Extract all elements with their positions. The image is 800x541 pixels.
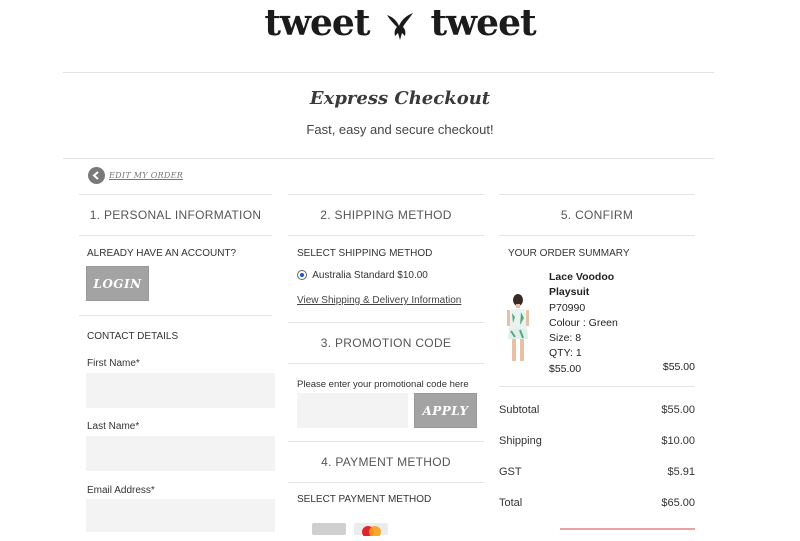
gst-label: GST xyxy=(499,466,522,478)
item-colour: Colour : Green xyxy=(549,316,618,329)
item-name-line2: Playsuit xyxy=(549,286,590,299)
contact-details-heading: CONTACT DETAILS xyxy=(87,331,179,342)
promotion-section: 3. PROMOTION CODE xyxy=(288,322,484,364)
back-arrow-icon xyxy=(88,167,105,184)
title-divider xyxy=(63,158,714,159)
last-name-field[interactable] xyxy=(86,436,275,471)
confirm-column: 5. CONFIRM xyxy=(499,194,695,236)
promotion-prompt: Please enter your promotional code here xyxy=(297,379,469,390)
first-name-label: First Name* xyxy=(87,358,140,369)
item-qty: QTY: 1 xyxy=(549,347,582,360)
brand-word-left: tweet xyxy=(264,2,370,44)
bird-icon xyxy=(387,13,413,40)
shipping-heading: 2. SHIPPING METHOD xyxy=(288,194,484,236)
order-item-details: Lace Voodoo Playsuit P70990 Colour : Gre… xyxy=(549,270,618,377)
edit-order-link[interactable]: EDIT MY ORDER xyxy=(88,167,183,184)
summary-divider xyxy=(499,386,695,387)
brand-logo[interactable]: tweet tweet xyxy=(0,2,800,44)
page-subtitle: Fast, easy and secure checkout! xyxy=(306,122,494,137)
last-name-label: Last Name* xyxy=(87,421,140,432)
header-divider xyxy=(63,72,714,73)
item-line-total: $55.00 xyxy=(662,361,695,373)
personal-info-heading: 1. PERSONAL INFORMATION xyxy=(79,194,272,236)
brand-word-right: tweet xyxy=(430,2,537,44)
first-name-field[interactable] xyxy=(86,373,275,408)
promo-code-field[interactable] xyxy=(297,393,408,428)
generic-card-icon[interactable] xyxy=(312,523,346,535)
email-label: Email Address* xyxy=(87,485,155,496)
shipping-option[interactable]: Australia Standard $10.00 xyxy=(297,270,428,281)
total-label: Total xyxy=(499,497,523,509)
page-title: Express Checkout xyxy=(309,88,491,109)
item-name-line1: Lace Voodoo xyxy=(549,271,615,283)
shipping-option-label: Australia Standard $10.00 xyxy=(312,270,428,281)
personal-info-column: 1. PERSONAL INFORMATION xyxy=(79,194,272,236)
summary-row-subtotal: Subtotal $55.00 xyxy=(499,404,695,416)
subtotal-value: $55.00 xyxy=(661,404,695,416)
item-sku: P70990 xyxy=(549,301,586,314)
subtotal-label: Subtotal xyxy=(499,404,540,416)
personal-divider xyxy=(79,315,272,316)
summary-row-shipping: Shipping $10.00 xyxy=(499,435,695,447)
account-prompt: ALREADY HAVE AN ACCOUNT? xyxy=(87,248,237,259)
email-field[interactable] xyxy=(86,499,275,532)
product-thumbnail[interactable] xyxy=(503,293,533,365)
select-shipping-label: SELECT SHIPPING METHOD xyxy=(297,248,433,259)
apply-button[interactable]: APPLY xyxy=(414,393,477,428)
payment-section: 4. PAYMENT METHOD xyxy=(288,441,484,483)
total-value: $65.00 xyxy=(661,497,695,509)
order-summary-label: YOUR ORDER SUMMARY xyxy=(508,248,630,259)
promotion-heading: 3. PROMOTION CODE xyxy=(288,322,484,364)
shipping-total-label: Shipping xyxy=(499,435,542,447)
gst-value: $5.91 xyxy=(667,466,695,478)
shipping-radio[interactable] xyxy=(297,270,307,281)
select-payment-label: SELECT PAYMENT METHOD xyxy=(297,494,432,505)
shipping-info-link[interactable]: View Shipping & Delivery Information xyxy=(297,295,461,306)
summary-row-gst: GST $5.91 xyxy=(499,466,695,478)
shipping-column: 2. SHIPPING METHOD xyxy=(288,194,484,236)
summary-row-total: Total $65.00 xyxy=(499,497,695,509)
item-unit-price: $55.00 xyxy=(549,362,582,375)
login-button[interactable]: LOGIN xyxy=(86,266,149,301)
shipping-total-value: $10.00 xyxy=(661,435,695,447)
item-size: Size: 8 xyxy=(549,332,582,345)
edit-order-label: EDIT MY ORDER xyxy=(109,171,184,180)
confirm-heading: 5. CONFIRM xyxy=(499,194,695,236)
payment-heading: 4. PAYMENT METHOD xyxy=(288,441,484,483)
mastercard-icon[interactable] xyxy=(354,523,388,538)
